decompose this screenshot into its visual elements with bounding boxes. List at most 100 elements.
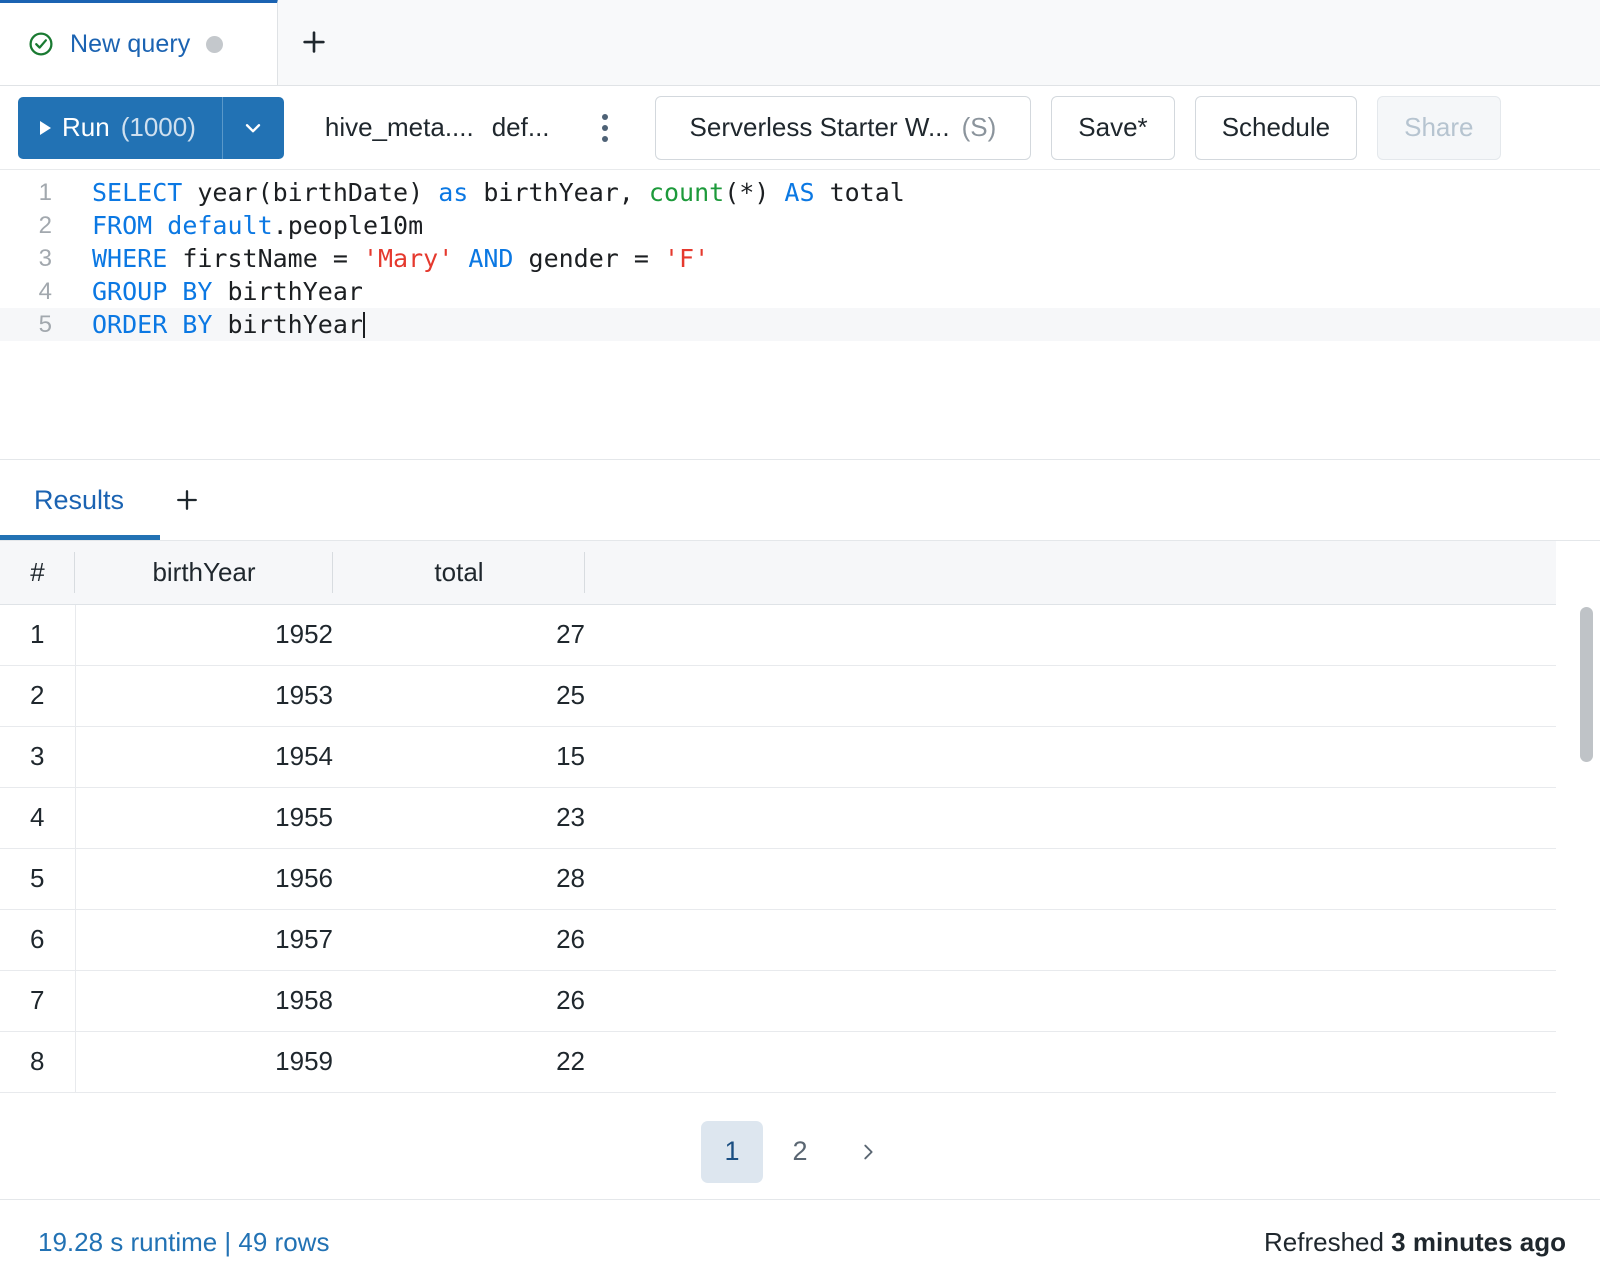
run-button[interactable]: Run (1000) [18, 97, 222, 159]
line-content: ORDER BY birthYear [62, 310, 365, 339]
birthyear-cell[interactable]: 1952 [75, 604, 333, 665]
sql-token: AND [468, 244, 513, 273]
page-button-1[interactable]: 1 [701, 1121, 763, 1183]
birthyear-cell[interactable]: 1954 [75, 726, 333, 787]
schedule-button[interactable]: Schedule [1195, 96, 1357, 160]
row-filler-cell [585, 665, 1556, 726]
column-header-filler [585, 541, 1556, 604]
run-row-limit-label: (1000) [121, 112, 196, 143]
results-table: # birthYear total 1195227219532531954154… [0, 541, 1556, 1093]
results-vertical-scrollbar[interactable] [1580, 607, 1593, 1096]
row-filler-cell [585, 909, 1556, 970]
total-cell[interactable]: 15 [333, 726, 585, 787]
code-line[interactable]: 2FROM default.people10m [0, 209, 1600, 242]
total-cell[interactable]: 23 [333, 787, 585, 848]
warehouse-selector[interactable]: Serverless Starter W... (S) [655, 96, 1032, 160]
row-index-cell[interactable]: 5 [0, 848, 75, 909]
total-cell[interactable]: 26 [333, 909, 585, 970]
total-cell[interactable]: 27 [333, 604, 585, 665]
more-vertical-icon [602, 125, 608, 131]
sql-token: 'F' [664, 244, 709, 273]
row-filler-cell [585, 604, 1556, 665]
sql-token: birthYear, [468, 178, 649, 207]
code-line[interactable]: 3WHERE firstName = 'Mary' AND gender = '… [0, 242, 1600, 275]
next-page-button[interactable] [837, 1121, 899, 1183]
table-row[interactable]: 1195227 [0, 604, 1556, 665]
sql-token: WHERE [92, 244, 167, 273]
birthyear-cell[interactable]: 1958 [75, 970, 333, 1031]
total-cell[interactable]: 28 [333, 848, 585, 909]
sql-token: SELECT [92, 178, 182, 207]
row-index-cell[interactable]: 2 [0, 665, 75, 726]
sql-token: birthYear [212, 310, 363, 339]
code-line[interactable]: 5ORDER BY birthYear [0, 308, 1600, 341]
refreshed-value: 3 minutes ago [1391, 1227, 1566, 1257]
sql-token: GROUP BY [92, 277, 212, 306]
results-tab-strip: Results [0, 460, 1600, 540]
catalog-schema-selector[interactable]: hive_meta.... def... [306, 97, 569, 159]
birthyear-cell[interactable]: 1955 [75, 787, 333, 848]
column-header-birthyear[interactable]: birthYear [75, 541, 333, 604]
table-row[interactable]: 5195628 [0, 848, 1556, 909]
run-button-label: Run [62, 112, 110, 143]
query-tab-label: New query [70, 30, 190, 59]
birthyear-cell[interactable]: 1957 [75, 909, 333, 970]
save-button[interactable]: Save* [1051, 96, 1174, 160]
birthyear-cell[interactable]: 1959 [75, 1031, 333, 1092]
query-tab-new-query[interactable]: New query [0, 0, 278, 85]
table-row[interactable]: 4195523 [0, 787, 1556, 848]
row-index-cell[interactable]: 4 [0, 787, 75, 848]
row-index-cell[interactable]: 8 [0, 1031, 75, 1092]
results-tab-label: Results [34, 485, 124, 516]
table-row[interactable]: 7195826 [0, 970, 1556, 1031]
total-cell[interactable]: 25 [333, 665, 585, 726]
add-results-tab-button[interactable] [152, 460, 222, 540]
sql-token [453, 244, 468, 273]
row-index-cell[interactable]: 3 [0, 726, 75, 787]
new-query-tab-button[interactable] [278, 0, 350, 85]
row-filler-cell [585, 726, 1556, 787]
sql-code-editor[interactable]: 1SELECT year(birthDate) as birthYear, co… [0, 170, 1600, 460]
line-number: 3 [0, 245, 62, 273]
line-content: FROM default.people10m [62, 211, 423, 240]
code-line[interactable]: 1SELECT year(birthDate) as birthYear, co… [0, 176, 1600, 209]
line-number: 4 [0, 278, 62, 306]
column-header-index[interactable]: # [0, 541, 75, 604]
page-button-2[interactable]: 2 [769, 1121, 831, 1183]
table-row[interactable]: 6195726 [0, 909, 1556, 970]
text-cursor [363, 312, 365, 338]
status-bar: 19.28 s runtime | 49 rows Refreshed 3 mi… [0, 1200, 1600, 1284]
check-circle-green-icon [28, 31, 54, 57]
plus-icon [173, 486, 201, 514]
more-options-button[interactable] [583, 97, 627, 159]
query-tab-bar: New query [0, 0, 1600, 86]
table-row[interactable]: 8195922 [0, 1031, 1556, 1092]
column-header-total[interactable]: total [333, 541, 585, 604]
run-options-dropdown-button[interactable] [222, 97, 284, 159]
unsaved-indicator-dot [206, 36, 223, 53]
row-index-cell[interactable]: 7 [0, 970, 75, 1031]
line-content: WHERE firstName = 'Mary' AND gender = 'F… [62, 244, 709, 273]
row-index-cell[interactable]: 1 [0, 604, 75, 665]
line-content: GROUP BY birthYear [62, 277, 363, 306]
sql-token: default [167, 211, 272, 240]
code-line[interactable]: 4GROUP BY birthYear [0, 275, 1600, 308]
table-row[interactable]: 3195415 [0, 726, 1556, 787]
birthyear-cell[interactable]: 1956 [75, 848, 333, 909]
total-cell[interactable]: 26 [333, 970, 585, 1031]
results-table-body: 1195227219532531954154195523519562861957… [0, 604, 1556, 1092]
share-button[interactable]: Share [1377, 96, 1500, 160]
birthyear-cell[interactable]: 1953 [75, 665, 333, 726]
line-number: 5 [0, 311, 62, 339]
runtime-and-rows-label[interactable]: 19.28 s runtime | 49 rows [38, 1227, 329, 1258]
tab-results[interactable]: Results [34, 460, 152, 540]
sql-token: FROM [92, 211, 152, 240]
scrollbar-thumb[interactable] [1580, 607, 1593, 762]
refreshed-prefix: Refreshed [1264, 1227, 1391, 1257]
table-row[interactable]: 2195325 [0, 665, 1556, 726]
total-cell[interactable]: 22 [333, 1031, 585, 1092]
sql-token: ORDER BY [92, 310, 212, 339]
row-filler-cell [585, 970, 1556, 1031]
row-index-cell[interactable]: 6 [0, 909, 75, 970]
sql-token: birthYear [212, 277, 363, 306]
